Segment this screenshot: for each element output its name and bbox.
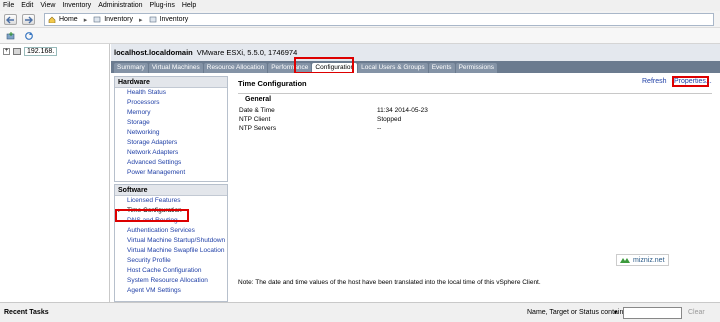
hardware-item-storage-adapters[interactable]: Storage Adapters — [115, 138, 227, 148]
software-item-security-profile[interactable]: Security Profile — [115, 256, 227, 266]
breadcrumb-separator: ▸ — [83, 16, 88, 24]
timezone-note: Note: The date and time values of the ho… — [238, 279, 541, 286]
breadcrumb-home[interactable]: Home — [59, 16, 78, 23]
hardware-title: Hardware — [115, 77, 227, 88]
refresh-icon[interactable] — [24, 31, 34, 41]
software-item-licensed-features[interactable]: Licensed Features — [115, 196, 227, 206]
software-item-system-resource-allocation[interactable]: System Resource Allocation — [115, 276, 227, 286]
secondary-toolbar — [0, 28, 720, 44]
breadcrumb-inventory-current[interactable]: Inventory — [160, 16, 189, 23]
software-panel: Software Licensed FeaturesTime Configura… — [114, 184, 228, 302]
ntp-servers-label: NTP Servers — [239, 125, 277, 132]
back-arrow-icon — [6, 16, 14, 24]
hardware-panel: Hardware Health Status Processors Memory St… — [114, 76, 228, 182]
host-header-product: VMware ESXi, 5.5.0, 1746974 — [196, 48, 298, 57]
general-title: General — [245, 96, 272, 103]
hardware-item-network-adapters[interactable]: Network Adapters — [115, 148, 227, 158]
software-item-agent-vm-settings[interactable]: Agent VM Settings — [115, 286, 227, 296]
hardware-item-networking[interactable]: Networking — [115, 128, 227, 138]
menu-inventory[interactable]: Inventory — [62, 2, 91, 9]
watermark: mizniz.net — [616, 254, 669, 266]
menu-administration[interactable]: Administration — [98, 2, 142, 9]
breadcrumb-inventory[interactable]: Inventory — [104, 16, 133, 23]
tab-strip: Summary Virtual Machines Resource Alloca… — [111, 61, 720, 73]
menu-view[interactable]: View — [40, 2, 55, 9]
navigation-bar: Home ▸ Inventory ▸ Inventory — [0, 11, 720, 28]
inventory-icon — [149, 16, 156, 23]
hardware-item-memory[interactable]: Memory — [115, 108, 227, 118]
page-title: Time Configuration — [238, 79, 307, 88]
software-item-virtual-machine-startup-shutdown[interactable]: Virtual Machine Startup/Shutdown — [115, 236, 227, 246]
section-divider — [238, 93, 712, 94]
software-title: Software — [115, 185, 227, 196]
back-button[interactable] — [4, 14, 17, 25]
configuration-tab-highlight — [294, 57, 354, 74]
forward-button[interactable] — [22, 14, 35, 25]
menu-bar: File Edit View Inventory Administration … — [0, 0, 720, 11]
hardware-item-storage[interactable]: Storage — [115, 118, 227, 128]
host-header-name: localhost.localdomain — [114, 48, 193, 57]
clear-button[interactable]: Clear — [688, 309, 705, 316]
time-configuration-view: Time Configuration Refresh Properties...… — [235, 73, 715, 302]
tree-item-host[interactable]: + 192.168. — [3, 47, 58, 56]
tab-events[interactable]: Events — [428, 63, 455, 73]
tab-resource-allocation[interactable]: Resource Allocation — [203, 63, 268, 73]
refresh-link[interactable]: Refresh — [642, 78, 667, 85]
host-icon — [13, 48, 21, 55]
tab-local-users-groups[interactable]: Local Users & Groups — [358, 63, 428, 73]
date-time-label: Date & Time — [239, 107, 275, 114]
software-item-authentication-services[interactable]: Authentication Services — [115, 226, 227, 236]
hardware-item-power-management[interactable]: Power Management — [115, 168, 227, 178]
date-time-value: 11:34 2014-05-23 — [377, 107, 428, 114]
menu-edit[interactable]: Edit — [21, 2, 33, 9]
filter-input[interactable] — [623, 307, 682, 319]
watermark-logo-icon — [620, 258, 630, 263]
breadcrumb: Home ▸ Inventory ▸ Inventory — [44, 13, 714, 26]
configuration-content: Hardware Health Status Processors Memory St… — [111, 73, 720, 302]
hardware-item-advanced-settings[interactable]: Advanced Settings — [115, 158, 227, 168]
watermark-text: mizniz.net — [633, 256, 665, 264]
tab-summary[interactable]: Summary — [114, 63, 148, 73]
menu-help[interactable]: Help — [182, 2, 196, 9]
hardware-item-health-status[interactable]: Health Status — [115, 88, 227, 98]
ntp-servers-value: -- — [377, 125, 382, 132]
software-item-host-cache-configuration[interactable]: Host Cache Configuration — [115, 266, 227, 276]
menu-plugins[interactable]: Plug-ins — [150, 2, 175, 9]
ntp-client-label: NTP Client — [239, 116, 271, 123]
expand-icon[interactable]: + — [3, 48, 10, 55]
properties-link[interactable]: Properties... — [672, 76, 712, 87]
tab-permissions[interactable]: Permissions — [455, 63, 497, 73]
menu-file[interactable]: File — [3, 2, 14, 9]
inventory-icon — [93, 16, 101, 23]
breadcrumb-separator: ▸ — [139, 16, 143, 24]
hardware-item-processors[interactable]: Processors — [115, 98, 227, 108]
filter-dropdown-icon[interactable]: ▾ — [614, 309, 617, 316]
main-panel: localhost.localdomain VMware ESXi, 5.5.0… — [111, 44, 720, 302]
ntp-client-value: Stopped — [377, 116, 402, 123]
home-icon — [48, 16, 56, 23]
host-name[interactable]: 192.168. — [24, 47, 58, 56]
inventory-tree: + 192.168. — [0, 44, 110, 302]
status-bar: Recent Tasks Name, Target or Status cont… — [0, 302, 720, 322]
add-host-icon[interactable] — [6, 31, 16, 41]
software-item-virtual-machine-swapfile-location[interactable]: Virtual Machine Swapfile Location — [115, 246, 227, 256]
host-header: localhost.localdomain VMware ESXi, 5.5.0… — [111, 44, 720, 61]
recent-tasks-label[interactable]: Recent Tasks — [4, 309, 49, 316]
tab-virtual-machines[interactable]: Virtual Machines — [148, 63, 203, 73]
time-configuration-highlight — [115, 209, 189, 222]
forward-arrow-icon — [25, 16, 33, 24]
